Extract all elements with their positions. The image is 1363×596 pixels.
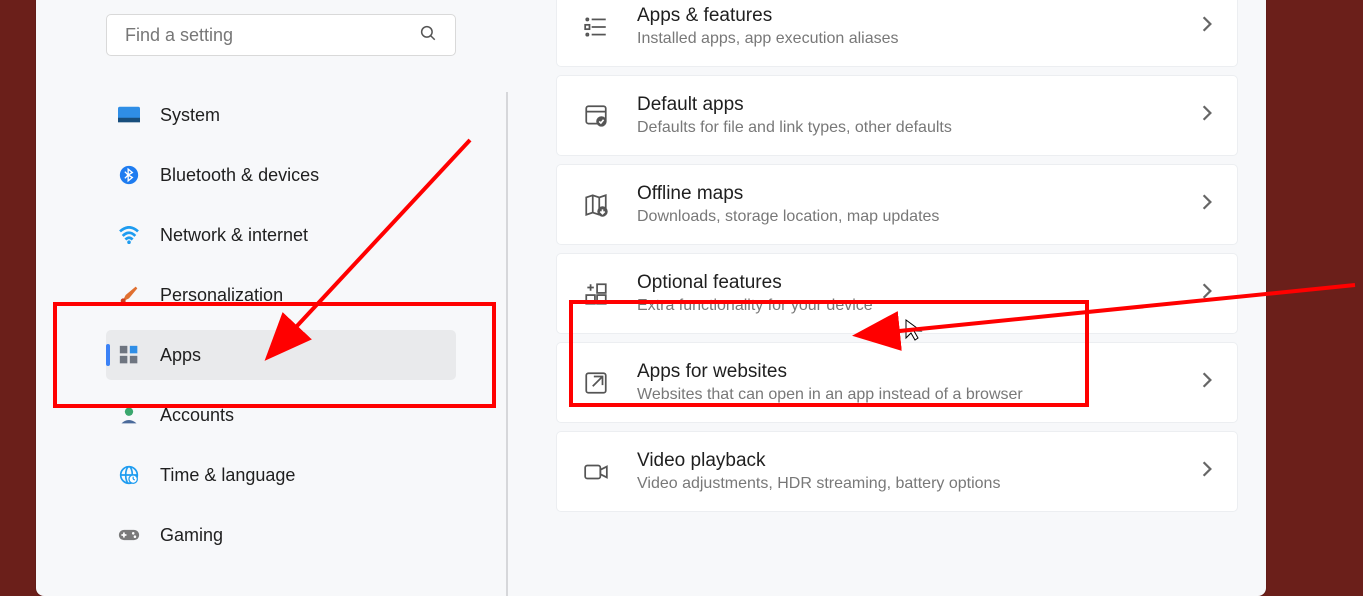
card-subtitle: Websites that can open in an app instead… <box>637 386 1175 404</box>
video-icon <box>581 457 611 487</box>
accounts-icon <box>118 404 140 426</box>
map-icon <box>581 190 611 220</box>
brush-icon <box>118 284 140 306</box>
default-apps-icon <box>581 101 611 131</box>
sidebar-item-label: Network & internet <box>160 225 308 246</box>
chevron-right-icon <box>1201 460 1213 483</box>
sidebar-item-system[interactable]: System <box>106 90 456 140</box>
chevron-right-icon <box>1201 371 1213 394</box>
content-pane: Apps & features Installed apps, app exec… <box>516 0 1266 596</box>
sidebar-item-apps[interactable]: Apps <box>106 330 456 380</box>
gaming-icon <box>118 524 140 546</box>
sidebar: System Bluetooth & devices Network & int… <box>36 0 516 596</box>
card-text: Apps & features Installed apps, app exec… <box>637 5 1175 48</box>
sidebar-item-bluetooth[interactable]: Bluetooth & devices <box>106 150 456 200</box>
card-subtitle: Video adjustments, HDR streaming, batter… <box>637 475 1175 493</box>
sidebar-item-label: Gaming <box>160 525 223 546</box>
card-subtitle: Downloads, storage location, map updates <box>637 208 1175 226</box>
search-box[interactable] <box>106 14 456 56</box>
chevron-right-icon <box>1201 193 1213 216</box>
card-title: Apps for websites <box>637 361 1175 383</box>
card-video-playback[interactable]: Video playback Video adjustments, HDR st… <box>556 431 1238 512</box>
card-text: Default apps Defaults for file and link … <box>637 94 1175 137</box>
card-subtitle: Extra functionality for your device <box>637 297 1175 315</box>
sidebar-item-label: Bluetooth & devices <box>160 165 319 186</box>
card-optional-features[interactable]: Optional features Extra functionality fo… <box>556 253 1238 334</box>
sidebar-item-time-language[interactable]: Time & language <box>106 450 456 500</box>
card-subtitle: Defaults for file and link types, other … <box>637 119 1175 137</box>
websites-icon <box>581 368 611 398</box>
card-subtitle: Installed apps, app execution aliases <box>637 30 1175 48</box>
card-text: Offline maps Downloads, storage location… <box>637 183 1175 226</box>
sidebar-item-gaming[interactable]: Gaming <box>106 510 456 560</box>
card-offline-maps[interactable]: Offline maps Downloads, storage location… <box>556 164 1238 245</box>
sidebar-item-label: Accounts <box>160 405 234 426</box>
card-title: Apps & features <box>637 5 1175 27</box>
card-title: Default apps <box>637 94 1175 116</box>
bluetooth-icon <box>118 164 140 186</box>
optional-features-icon <box>581 279 611 309</box>
sidebar-item-label: System <box>160 105 220 126</box>
card-apps-for-websites[interactable]: Apps for websites Websites that can open… <box>556 342 1238 423</box>
sidebar-item-label: Personalization <box>160 285 283 306</box>
card-title: Video playback <box>637 450 1175 472</box>
wifi-icon <box>118 224 140 246</box>
list-icon <box>581 12 611 42</box>
sidebar-item-label: Apps <box>160 345 201 366</box>
chevron-right-icon <box>1201 104 1213 127</box>
globe-icon <box>118 464 140 486</box>
system-icon <box>118 104 140 126</box>
card-title: Offline maps <box>637 183 1175 205</box>
search-input[interactable] <box>125 25 419 46</box>
nav-list: System Bluetooth & devices Network & int… <box>106 90 456 570</box>
card-title: Optional features <box>637 272 1175 294</box>
sidebar-item-personalization[interactable]: Personalization <box>106 270 456 320</box>
sidebar-divider <box>506 92 508 596</box>
card-text: Optional features Extra functionality fo… <box>637 272 1175 315</box>
card-text: Video playback Video adjustments, HDR st… <box>637 450 1175 493</box>
sidebar-item-accounts[interactable]: Accounts <box>106 390 456 440</box>
settings-window: System Bluetooth & devices Network & int… <box>36 0 1266 596</box>
chevron-right-icon <box>1201 282 1213 305</box>
card-apps-features[interactable]: Apps & features Installed apps, app exec… <box>556 0 1238 67</box>
search-icon <box>419 24 437 47</box>
card-default-apps[interactable]: Default apps Defaults for file and link … <box>556 75 1238 156</box>
sidebar-item-label: Time & language <box>160 465 295 486</box>
sidebar-item-network[interactable]: Network & internet <box>106 210 456 260</box>
card-text: Apps for websites Websites that can open… <box>637 361 1175 404</box>
chevron-right-icon <box>1201 15 1213 38</box>
apps-icon <box>118 344 140 366</box>
